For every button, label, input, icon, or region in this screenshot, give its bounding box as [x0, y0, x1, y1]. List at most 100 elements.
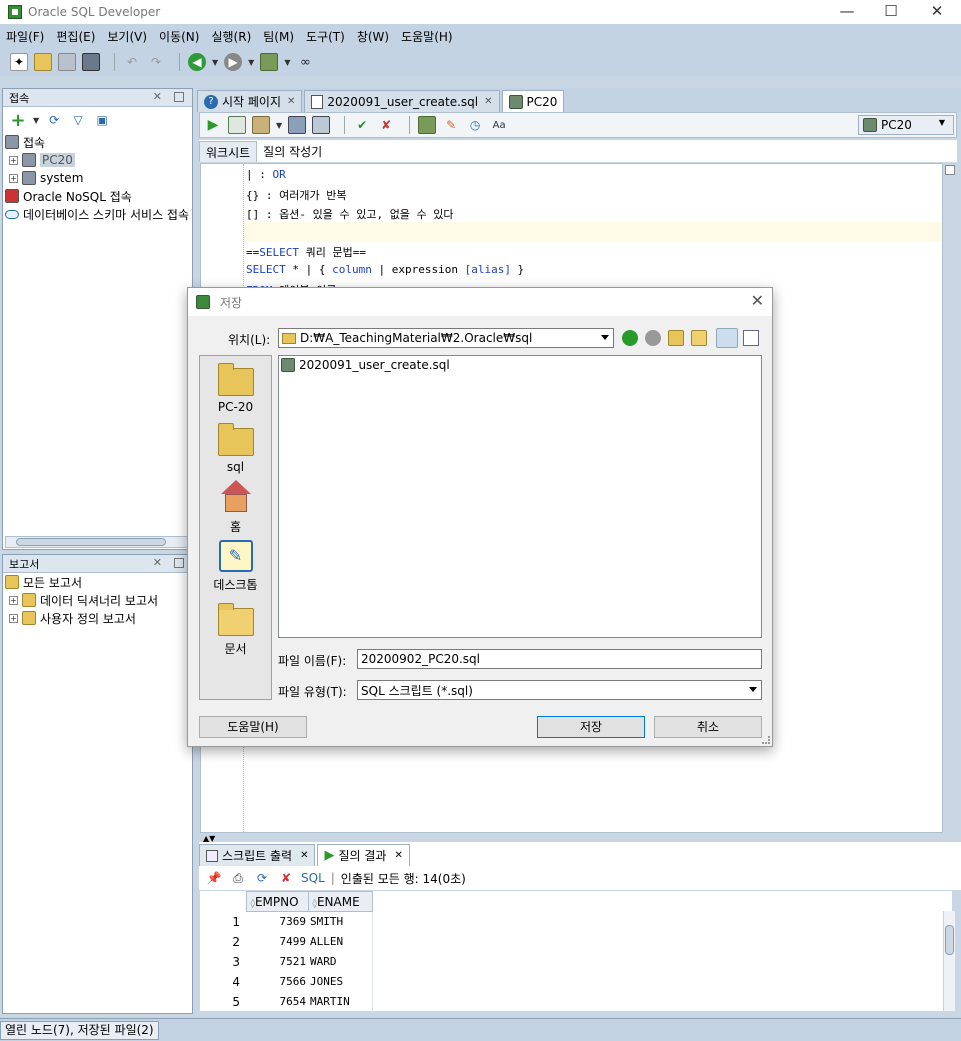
scrollbar-thumb[interactable]	[16, 538, 166, 546]
menu-tools[interactable]: 도구(T)	[306, 28, 345, 45]
add-connection-icon[interactable]: +	[9, 110, 27, 131]
new-folder-icon[interactable]	[691, 330, 707, 346]
open-icon[interactable]	[34, 53, 52, 71]
tab-worksheet[interactable]: 워크시트	[199, 141, 258, 162]
cell-ename[interactable]: MARTIN	[308, 991, 373, 1012]
tree-item-cloud[interactable]: 데이터베이스 스키마 서비스 접속	[5, 205, 192, 223]
filetype-select[interactable]: SQL 스크립트 (*.sql)	[357, 680, 762, 700]
cell-empno[interactable]: 7566	[246, 972, 308, 992]
menu-team[interactable]: 팀(M)	[263, 28, 294, 45]
place-sql[interactable]: sql	[200, 422, 271, 474]
new-icon[interactable]: ✦	[10, 53, 28, 71]
close-icon[interactable]: ✕	[300, 850, 308, 861]
minimize-panel-icon[interactable]	[174, 92, 184, 102]
location-combo[interactable]: D:₩A_TeachingMaterial₩2.Oracle₩sql	[278, 328, 614, 348]
explain-plan-icon[interactable]	[288, 116, 307, 134]
place-documents[interactable]: 문서	[200, 600, 271, 657]
tree-item-all-reports[interactable]: 모든 보고서	[5, 573, 192, 591]
connection-selector[interactable]: PC20 ▼	[858, 115, 954, 135]
cancel-button[interactable]: 취소	[654, 716, 762, 738]
forward-icon[interactable]: ▶	[224, 53, 243, 71]
column-header-empno[interactable]: ◊EMPNO	[245, 891, 309, 912]
cell-ename[interactable]: SMITH	[308, 911, 373, 932]
menu-view[interactable]: 보기(V)	[107, 28, 147, 45]
list-view-icon[interactable]	[716, 328, 738, 348]
menu-run[interactable]: 실행(R)	[211, 28, 251, 45]
tree-root-connections[interactable]: 접속	[5, 133, 192, 151]
tree-item-nosql[interactable]: Oracle NoSQL 접속	[5, 187, 192, 205]
print-icon[interactable]: ⎙	[229, 869, 247, 887]
cell-empno[interactable]: 7499	[246, 932, 308, 952]
binoculars-icon[interactable]: ∞	[296, 53, 314, 71]
sql-tuning-icon[interactable]	[312, 116, 331, 134]
pin-icon[interactable]: 📌	[205, 869, 223, 887]
save-icon[interactable]	[58, 53, 76, 71]
tree-item-system[interactable]: + system	[5, 169, 192, 187]
commit-icon[interactable]: ✔	[353, 116, 371, 134]
menu-window[interactable]: 창(W)	[357, 28, 389, 45]
up-folder-icon[interactable]	[668, 330, 684, 346]
file-list[interactable]: 2020091_user_create.sql	[278, 355, 762, 638]
close-icon[interactable]: ✕	[751, 291, 764, 310]
close-icon[interactable]: ✕	[153, 556, 162, 569]
maximize-button[interactable]: ☐	[868, 0, 914, 24]
scrollbar-thumb[interactable]	[945, 925, 954, 955]
chevron-down-icon[interactable]	[749, 687, 757, 692]
refresh-icon[interactable]: ⟳	[45, 111, 63, 129]
sql-worksheet-icon[interactable]	[260, 53, 279, 71]
close-icon[interactable]: ✕	[153, 90, 162, 103]
minimize-button[interactable]: —	[824, 0, 870, 24]
cell-empno[interactable]: 7369	[246, 912, 308, 932]
chevron-down-icon[interactable]	[601, 335, 609, 340]
resize-grip[interactable]	[762, 736, 770, 744]
chevron-down-icon[interactable]: ▼	[939, 118, 945, 127]
refresh-icon[interactable]: ⟳	[253, 869, 271, 887]
close-icon[interactable]: ✕	[394, 850, 402, 861]
tree-item-user-reports[interactable]: + 사용자 정의 보고서	[5, 609, 192, 627]
chevron-down-icon[interactable]: ▼	[248, 58, 254, 67]
filter-icon[interactable]: ▽	[69, 111, 87, 129]
tab-query-result[interactable]: ▶ 질의 결과 ✕	[317, 844, 410, 866]
expand-icon[interactable]: +	[9, 613, 18, 623]
tree-item-dictionary-reports[interactable]: + 데이터 딕셔너리 보고서	[5, 591, 192, 609]
history-icon[interactable]: ◷	[466, 116, 484, 134]
table-row[interactable]: 5 7654 MARTIN	[200, 991, 373, 1012]
tab-sql-file[interactable]: 2020091_user_create.sql ✕	[304, 90, 500, 112]
schema-browser-icon[interactable]: ▣	[93, 111, 111, 129]
tab-query-builder[interactable]: 질의 작성기	[257, 141, 328, 162]
filename-input[interactable]: 20200902_PC20.sql	[357, 649, 762, 669]
expand-icon[interactable]: +	[9, 173, 18, 183]
save-all-icon[interactable]	[82, 53, 100, 71]
cell-empno[interactable]: 7521	[246, 952, 308, 972]
chevron-down-icon[interactable]: ▼	[33, 116, 39, 125]
table-row[interactable]: 3 7521 WARD	[200, 951, 373, 972]
expand-icon[interactable]: +	[9, 595, 18, 605]
table-row[interactable]: 4 7566 JONES	[200, 971, 373, 992]
menu-file[interactable]: 파일(F)	[6, 28, 44, 45]
cell-ename[interactable]: ALLEN	[308, 931, 373, 952]
menu-edit[interactable]: 편집(E)	[56, 28, 95, 45]
menu-navigate[interactable]: 이동(N)	[159, 28, 199, 45]
undo-icon[interactable]: ↶	[123, 53, 141, 71]
run-script-icon[interactable]	[228, 116, 246, 134]
place-pc20[interactable]: PC-20	[200, 362, 271, 414]
place-desktop[interactable]: ✎ 데스크톱	[200, 540, 271, 593]
tab-script-output[interactable]: 스크립트 출력 ✕	[199, 844, 316, 866]
close-icon[interactable]: ✕	[287, 96, 295, 107]
format-icon[interactable]: Aa	[490, 116, 508, 134]
back-icon[interactable]	[622, 330, 638, 346]
cell-ename[interactable]: JONES	[308, 971, 373, 992]
place-home[interactable]: 홈	[200, 480, 271, 535]
column-header-ename[interactable]: ◊ENAME	[307, 891, 373, 912]
chevron-down-icon[interactable]: ▼	[212, 58, 218, 67]
cancel-query-icon[interactable]: ✘	[277, 869, 295, 887]
tab-start-page[interactable]: ? 시작 페이지 ✕	[197, 90, 303, 112]
tab-pc20[interactable]: PC20	[501, 90, 565, 112]
help-button[interactable]: 도움말(H)	[199, 716, 307, 738]
forward-icon[interactable]	[645, 330, 661, 346]
chevron-down-icon[interactable]: ▼	[284, 58, 290, 67]
rollback-icon[interactable]: ✘	[377, 116, 395, 134]
minimize-panel-icon[interactable]	[174, 558, 184, 568]
connections-hscrollbar[interactable]	[5, 536, 190, 548]
back-icon[interactable]: ◀	[188, 53, 206, 71]
